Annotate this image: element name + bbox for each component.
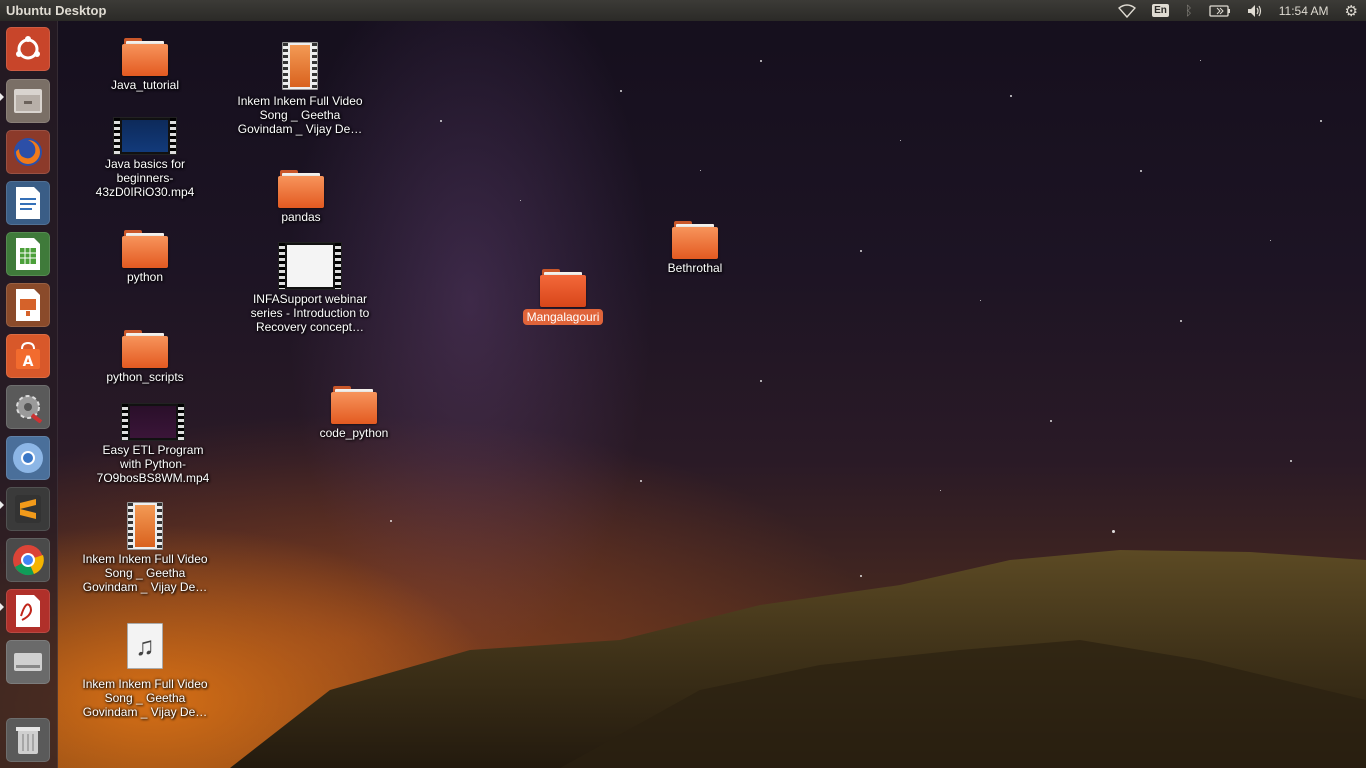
wifi-icon[interactable] [1110,0,1144,21]
desktop-video-infasupport[interactable]: INFASupport webinar series - Introductio… [245,242,375,334]
language-badge: En [1152,4,1169,17]
document-viewer-icon[interactable] [6,589,50,633]
system-settings-icon[interactable] [6,385,50,429]
desktop-audio-inkem[interactable]: ♫ Inkem Inkem Full Video Song _ Geetha G… [80,623,210,719]
icon-label: Bethrothal [667,261,723,275]
desktop-folder-python[interactable]: python [80,230,210,284]
video-file-icon [282,42,318,90]
folder-icon [672,221,718,259]
gear-icon[interactable]: ⚙ [1337,0,1366,21]
folder-icon [122,38,168,76]
running-indicator [0,603,4,611]
desktop-video-java-basics[interactable]: Java basics for beginners-43zD0IRiO30.mp… [80,117,210,199]
clock[interactable]: 11:54 AM [1271,0,1337,21]
desktop-folder-mangalagouri[interactable]: Mangalagouri [498,269,628,325]
icon-label: code_python [319,426,389,440]
icon-label: Inkem Inkem Full Video Song _ Geetha Gov… [237,94,363,136]
desktop-video-inkem-1[interactable]: Inkem Inkem Full Video Song _ Geetha Gov… [80,502,210,594]
desktop-folder-bethrothal[interactable]: Bethrothal [630,221,760,275]
video-thumbnail-icon [113,117,177,155]
folder-icon [540,269,586,307]
desktop-folder-java-tutorial[interactable]: Java_tutorial [80,38,210,92]
libreoffice-calc-icon[interactable] [6,232,50,276]
libreoffice-writer-icon[interactable] [6,181,50,225]
folder-icon [122,330,168,368]
trash-icon[interactable] [6,718,50,762]
icon-label: pandas [281,210,321,224]
desktop-folder-code-python[interactable]: code_python [289,386,419,440]
video-thumbnail-icon [121,403,185,441]
volume-icon[interactable] [1239,0,1271,21]
svg-text:A: A [23,354,34,370]
icon-label: Inkem Inkem Full Video Song _ Geetha Gov… [82,677,208,719]
files-icon[interactable] [6,79,50,123]
desktop-folder-python-scripts[interactable]: python_scripts [80,330,210,384]
icon-label: python [126,270,164,284]
folder-icon [331,386,377,424]
panel-title: Ubuntu Desktop [6,3,107,18]
firefox-icon[interactable] [6,130,50,174]
running-indicator [0,501,4,509]
icon-label: Mangalagouri [522,309,604,325]
system-tray: En ᛒ 11:54 AM ⚙ [1110,0,1366,21]
battery-icon[interactable] [1201,0,1239,21]
video-thumbnail-icon [278,242,342,290]
ubuntu-software-icon[interactable]: A [6,334,50,378]
folder-icon [278,170,324,208]
chrome-icon[interactable] [6,538,50,582]
icon-label: INFASupport webinar series - Introductio… [250,292,370,334]
icon-label: python_scripts [106,370,184,384]
video-file-icon [127,502,163,550]
desktop-video-inkem-2[interactable]: Inkem Inkem Full Video Song _ Geetha Gov… [235,42,365,136]
icon-label: Java basics for beginners-43zD0IRiO30.mp… [95,157,195,199]
launcher: A [0,21,58,768]
icon-label: Inkem Inkem Full Video Song _ Geetha Gov… [82,552,208,594]
top-panel: Ubuntu Desktop En ᛒ 11:54 AM ⚙ [0,0,1366,21]
libreoffice-impress-icon[interactable] [6,283,50,327]
sublime-text-icon[interactable] [6,487,50,531]
icon-label: Java_tutorial [110,78,180,92]
music-note-icon: ♫ [127,623,163,669]
ubuntu-dash-icon[interactable] [6,27,50,71]
desktop-folder-pandas[interactable]: pandas [236,170,366,224]
running-indicator [0,93,4,101]
chromium-icon[interactable] [6,436,50,480]
icon-label: Easy ETL Program with Python-7O9bosBS8WM… [96,443,210,485]
bluetooth-icon[interactable]: ᛒ [1177,0,1201,21]
keyboard-layout-indicator[interactable]: En [1144,0,1177,21]
drive-icon[interactable] [6,640,50,684]
folder-icon [122,230,168,268]
desktop-video-easy-etl[interactable]: Easy ETL Program with Python-7O9bosBS8WM… [88,403,218,485]
